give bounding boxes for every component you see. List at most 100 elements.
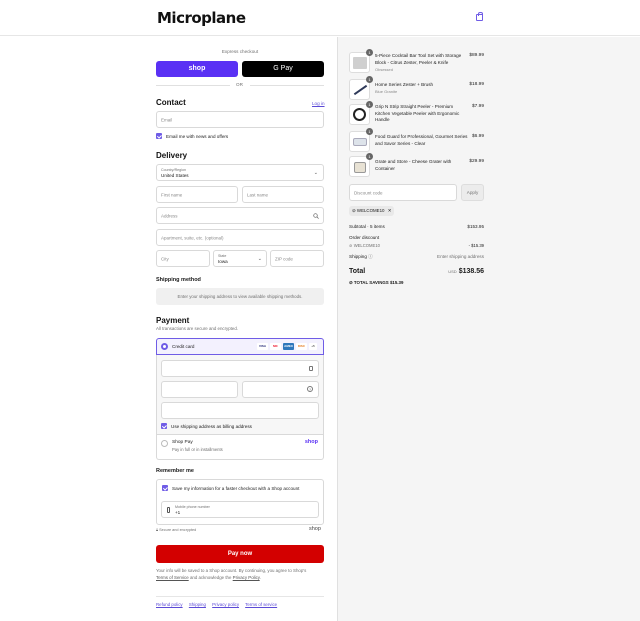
shipping-method-heading: Shipping method [156, 277, 201, 283]
help-icon[interactable]: ⓘ [368, 254, 373, 259]
remember-checkbox[interactable] [162, 485, 168, 491]
savings-label: TOTAL SAVINGS [353, 280, 389, 285]
security-code-field[interactable]: ? [242, 381, 319, 398]
or-label: OR [236, 82, 243, 87]
order-discount-label: Order discount [349, 235, 380, 240]
pay-now-button[interactable]: Pay now [156, 545, 324, 563]
product-name: 5-Piece Cocktail Bar Tool Set with Stora… [375, 53, 462, 65]
quantity-badge: 1 [366, 153, 373, 160]
zip-field[interactable]: ZIP code [270, 250, 324, 267]
product-image [353, 84, 368, 96]
expiration-date-field[interactable] [161, 381, 238, 398]
first-name-field[interactable]: First name [156, 186, 238, 203]
mobile-phone-field[interactable]: Mobile phone number +1 [161, 501, 319, 518]
shop-pay-label: Shop Pay [172, 440, 193, 445]
terms-link[interactable]: Terms of Service [156, 575, 189, 580]
city-field[interactable]: City [156, 250, 210, 267]
email-field[interactable]: Email [156, 111, 324, 128]
privacy-link[interactable]: Privacy Policy [233, 575, 260, 580]
amex-icon: AMEX [283, 343, 294, 350]
apartment-placeholder: Apartment, suite, etc. (optional) [161, 235, 224, 240]
product-image [354, 162, 366, 173]
product-price: $18.99 [469, 82, 484, 87]
shipping-row: Shipping ⓘ Enter shipping address [349, 254, 484, 260]
product-image [353, 57, 367, 69]
subtotal-row: Subtotal · 5 items $153.95 [349, 224, 484, 229]
news-checkbox[interactable] [156, 133, 162, 139]
shop-pay-option[interactable]: Shop Pay Pay in full or in installments … [156, 435, 324, 460]
delivery-heading: Delivery [156, 151, 188, 160]
billing-label: Use shipping address as billing address [171, 424, 252, 429]
total-label: Total [349, 268, 366, 275]
shop-pay-button[interactable]: shop [156, 61, 238, 77]
applied-discount-tag: ⊘ WELCOME10 ✕ [349, 206, 395, 216]
product-price: $6.99 [471, 134, 484, 139]
divider [156, 85, 230, 86]
address-field[interactable]: Address [156, 207, 324, 224]
subtotal-value: $153.95 [467, 224, 484, 229]
remember-heading: Remember me [156, 468, 194, 474]
name-on-card-field[interactable] [161, 402, 319, 419]
card-number-field[interactable] [161, 360, 319, 377]
shipping-notice: Enter your shipping address to view avai… [177, 294, 303, 299]
tag-icon: ⊘ [352, 208, 356, 213]
quantity-badge: 1 [366, 128, 373, 135]
discount-code-field[interactable]: Discount code [349, 184, 457, 201]
country-label: Country/Region [161, 168, 186, 172]
order-discount-row: Order discount [349, 235, 484, 240]
first-name-placeholder: First name [161, 192, 183, 197]
credit-card-radio[interactable] [161, 343, 168, 350]
address-placeholder: Address [161, 213, 178, 218]
legal-text: Your info will be saved to a Shop accoun… [156, 568, 324, 581]
brand-logo[interactable]: Microplane [157, 9, 246, 27]
credit-card-option[interactable]: Credit card VISA MC AMEX DISC +5 [156, 338, 324, 355]
divider [250, 85, 324, 86]
help-icon[interactable]: ? [307, 386, 313, 392]
refund-policy-link[interactable]: Refund policy [156, 602, 183, 607]
more-cards-badge: +5 [309, 343, 317, 350]
legal-dot: . [259, 574, 261, 580]
product-variant: Blue Granite [375, 89, 398, 94]
apartment-field[interactable]: Apartment, suite, etc. (optional) [156, 229, 324, 246]
shipping-link[interactable]: Shipping [189, 602, 206, 607]
product-name: Home Series Zester + Brush [375, 82, 434, 87]
phone-icon [167, 507, 170, 513]
express-checkout-label: Express checkout [221, 49, 259, 54]
mastercard-icon: MC [270, 343, 281, 350]
discount-code-row: ⊘ WELCOME10 - $15.39 [349, 243, 484, 248]
total-amount: USD $138.56 [448, 268, 484, 275]
chevron-down-icon: ⌄ [257, 256, 262, 262]
billing-checkbox[interactable] [161, 423, 167, 429]
quantity-badge: 1 [366, 101, 373, 108]
shop-pay-sub: Pay in full or in installments [172, 447, 223, 452]
apply-button[interactable]: Apply [461, 184, 484, 201]
city-placeholder: City [161, 256, 169, 261]
state-select[interactable]: State Iowa ⌄ [213, 250, 267, 267]
secure-text: Secure and encrypted [159, 528, 197, 532]
shipping-label: Shipping [349, 254, 367, 259]
country-select[interactable]: Country/Region United States ⌄ [156, 164, 324, 181]
login-link[interactable]: Log in [312, 101, 325, 106]
card-logos: VISA MC AMEX DISC +5 [255, 343, 317, 350]
product-price: $7.99 [471, 104, 484, 109]
tag-icon: ⊘ [349, 280, 353, 285]
last-name-field[interactable]: Last name [242, 186, 324, 203]
email-placeholder: Email [161, 117, 173, 122]
shop-pay-radio[interactable] [161, 440, 168, 447]
quantity-badge: 1 [366, 76, 373, 83]
shopping-bag-icon[interactable] [476, 12, 483, 21]
news-label: Email me with news and offers [166, 134, 229, 139]
phone-prefix: +1 [175, 510, 181, 515]
terms-of-service-link[interactable]: Terms of service [245, 602, 277, 607]
discount-value: - $15.39 [468, 243, 484, 248]
shop-pay-logo: shop [304, 439, 318, 445]
privacy-policy-link[interactable]: Privacy policy [212, 602, 239, 607]
legal-and: and acknowledge the [189, 574, 232, 580]
tag-icon: ⊘ [349, 243, 353, 248]
state-label: State [218, 254, 227, 258]
total-savings: ⊘ TOTAL SAVINGS $15.39 [349, 280, 403, 286]
product-price: $89.99 [469, 53, 484, 58]
google-pay-button[interactable]: G Pay [242, 61, 324, 77]
product-name: Food Guard for Professional, Gourmet Ser… [375, 134, 468, 146]
remove-icon[interactable]: ✕ [388, 208, 392, 213]
